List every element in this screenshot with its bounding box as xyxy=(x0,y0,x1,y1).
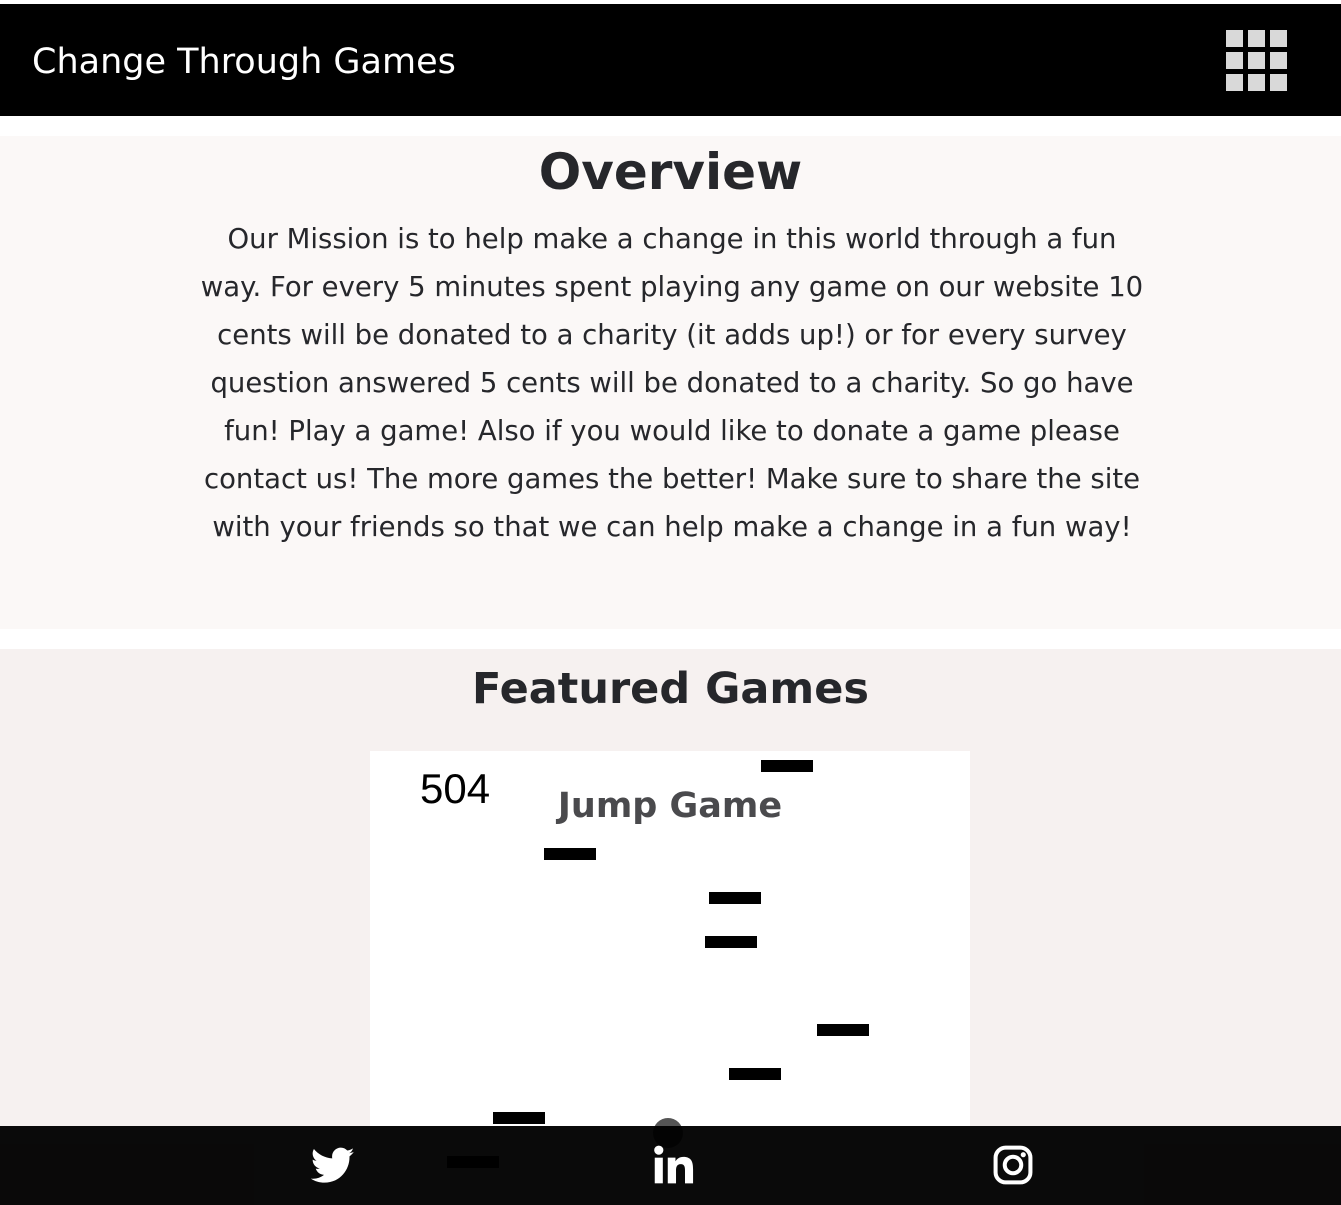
footer xyxy=(0,1126,1341,1205)
overview-title: Overview xyxy=(538,143,803,201)
twitter-icon[interactable] xyxy=(311,1143,355,1187)
game-platform xyxy=(709,892,761,904)
featured-games-title: Featured Games xyxy=(472,664,869,714)
game-platform xyxy=(817,1024,869,1036)
game-platform xyxy=(544,848,596,860)
game-platform xyxy=(761,760,813,772)
overview-text: Our Mission is to help make a change in … xyxy=(200,223,1144,543)
game-platform xyxy=(493,1112,545,1124)
linkedin-icon[interactable] xyxy=(652,1143,696,1187)
game-platform xyxy=(705,936,757,948)
overview-section: Overview Our Mission is to help make a c… xyxy=(0,136,1341,629)
game-platform xyxy=(729,1068,781,1080)
grid-menu-icon[interactable] xyxy=(1226,30,1287,91)
navbar: Change Through Games xyxy=(0,4,1341,116)
page: Change Through Games Overview Our Missio… xyxy=(0,0,1341,1205)
game-title: Jump Game xyxy=(557,786,783,826)
instagram-icon[interactable] xyxy=(991,1143,1035,1187)
brand-link[interactable]: Change Through Games xyxy=(32,4,456,116)
